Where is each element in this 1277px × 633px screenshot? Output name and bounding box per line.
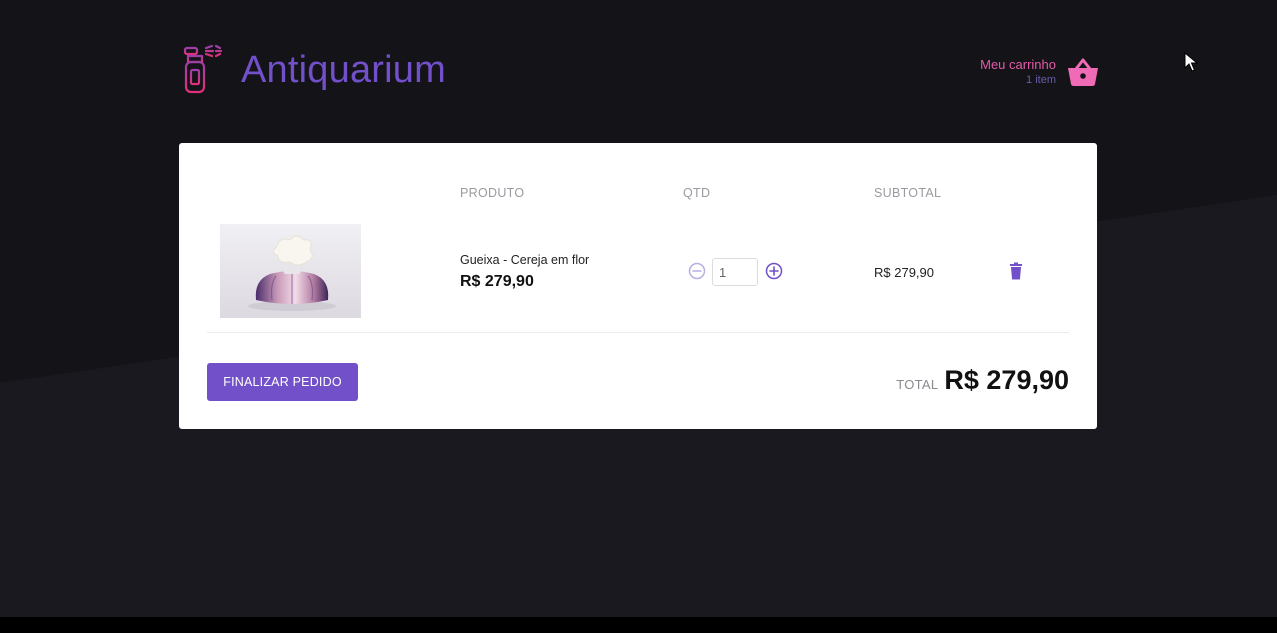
total-value: R$ 279,90 bbox=[944, 365, 1069, 395]
page: Antiquarium Meu carrinho 1 item PRODUTO … bbox=[0, 0, 1277, 633]
cart-label: Meu carrinho bbox=[980, 57, 1056, 72]
checkout-button[interactable]: FINALIZAR PEDIDO bbox=[207, 363, 358, 401]
order-total: TOTAL R$ 279,90 bbox=[896, 365, 1069, 396]
minus-circle-icon[interactable] bbox=[688, 262, 706, 280]
perfume-bottle-icon bbox=[183, 44, 223, 94]
cart-text: Meu carrinho 1 item bbox=[980, 57, 1056, 87]
total-label: TOTAL bbox=[896, 377, 939, 392]
trash-icon[interactable] bbox=[1008, 262, 1024, 280]
quantity-input[interactable] bbox=[712, 258, 758, 286]
cart-button[interactable]: Meu carrinho 1 item bbox=[960, 52, 1100, 92]
cart-card: PRODUTO QTD SUBTOTAL Gueixa - Cereja em … bbox=[179, 143, 1097, 429]
product-image bbox=[220, 224, 361, 318]
plus-circle-icon[interactable] bbox=[765, 262, 783, 280]
logo[interactable]: Antiquarium bbox=[180, 44, 446, 96]
column-header-quantity: QTD bbox=[683, 186, 711, 200]
shopping-basket-icon bbox=[1068, 58, 1098, 86]
product-name: Gueixa - Cereja em flor bbox=[460, 253, 590, 267]
row-divider bbox=[207, 332, 1069, 333]
bottom-bar bbox=[0, 617, 1277, 633]
mouse-cursor-icon bbox=[1184, 52, 1198, 72]
product-price: R$ 279,90 bbox=[460, 273, 534, 290]
column-header-product: PRODUTO bbox=[460, 186, 525, 200]
column-header-subtotal: SUBTOTAL bbox=[874, 186, 942, 200]
cart-item-count: 1 item bbox=[1026, 74, 1056, 86]
app-title: Antiquarium bbox=[241, 48, 446, 91]
item-subtotal: R$ 279,90 bbox=[874, 265, 934, 280]
